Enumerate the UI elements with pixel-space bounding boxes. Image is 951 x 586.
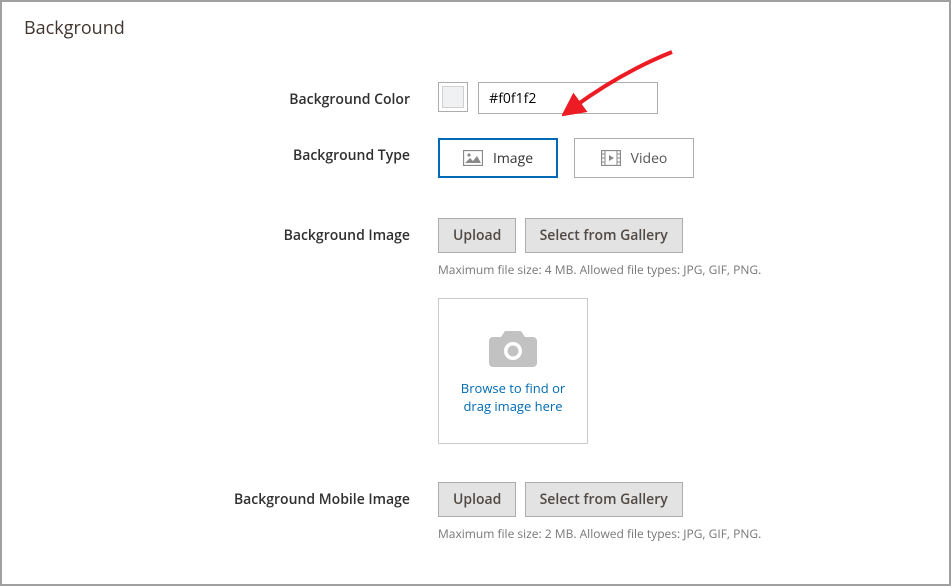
label-background-type: Background Type bbox=[2, 138, 438, 165]
mobile-hint: Maximum file size: 2 MB. Allowed file ty… bbox=[438, 525, 949, 542]
row-background-type: Background Type Image bbox=[2, 138, 949, 178]
select-from-gallery-button[interactable]: Select from Gallery bbox=[525, 218, 683, 253]
type-option-image-label: Image bbox=[493, 149, 533, 168]
video-icon bbox=[601, 150, 621, 166]
row-background-mobile-image: Background Mobile Image Upload Select fr… bbox=[2, 482, 949, 542]
image-dropzone[interactable]: Browse to find or drag image here bbox=[438, 298, 588, 444]
label-background-mobile-image: Background Mobile Image bbox=[2, 482, 438, 509]
image-icon bbox=[463, 150, 483, 166]
type-option-video[interactable]: Video bbox=[574, 138, 694, 178]
label-background-color: Background Color bbox=[2, 82, 438, 109]
row-background-image: Background Image Upload Select from Gall… bbox=[2, 218, 949, 444]
label-background-image: Background Image bbox=[2, 218, 438, 245]
upload-mobile-button[interactable]: Upload bbox=[438, 482, 516, 517]
row-background-color: Background Color bbox=[2, 82, 949, 114]
panel-title: Background bbox=[2, 2, 949, 40]
dropzone-text: Browse to find or drag image here bbox=[439, 379, 587, 415]
background-settings-panel: Background Background Color Background T… bbox=[0, 0, 951, 586]
type-option-video-label: Video bbox=[631, 149, 668, 168]
color-swatch-inner bbox=[442, 86, 464, 108]
background-color-input[interactable] bbox=[478, 82, 658, 114]
color-swatch[interactable] bbox=[438, 82, 468, 112]
select-from-gallery-mobile-button[interactable]: Select from Gallery bbox=[525, 482, 683, 517]
image-hint: Maximum file size: 4 MB. Allowed file ty… bbox=[438, 261, 949, 278]
type-option-image[interactable]: Image bbox=[438, 138, 558, 178]
upload-button[interactable]: Upload bbox=[438, 218, 516, 253]
camera-icon bbox=[487, 327, 539, 369]
